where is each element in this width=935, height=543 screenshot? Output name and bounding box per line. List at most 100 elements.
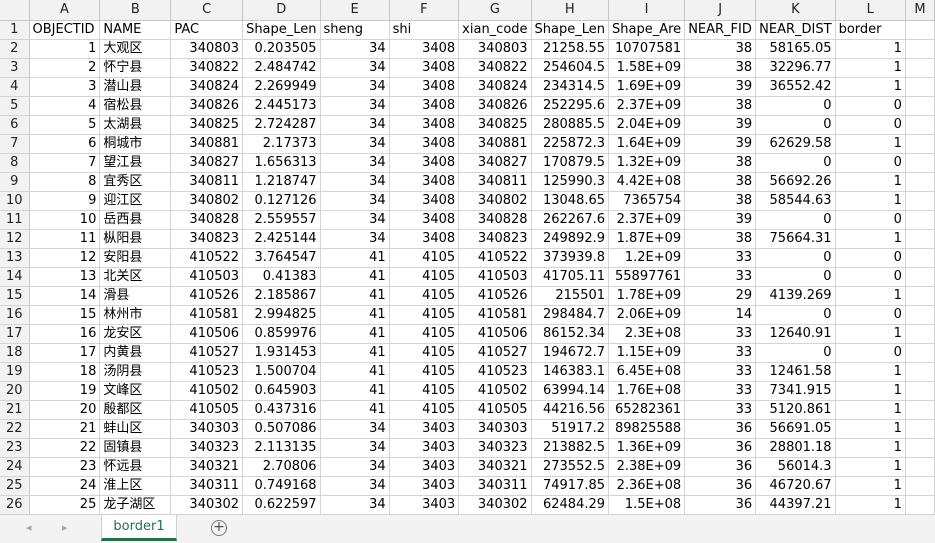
data-cell[interactable]: 0.859976 (242, 324, 321, 344)
column-header-m[interactable]: M (905, 0, 935, 21)
row-header[interactable]: 19 (0, 362, 30, 382)
data-cell[interactable]: 41 (320, 343, 390, 363)
data-cell[interactable]: 34 (320, 77, 390, 97)
column-header-j[interactable]: J (684, 0, 757, 21)
data-cell[interactable]: 12 (29, 248, 101, 268)
data-cell[interactable]: 0.507086 (242, 419, 321, 439)
column-header-c[interactable]: C (170, 0, 244, 21)
data-cell[interactable]: 1.931453 (242, 343, 321, 363)
data-cell[interactable]: 410522 (458, 248, 532, 268)
data-cell[interactable]: 0.749168 (242, 476, 321, 496)
data-cell[interactable] (905, 343, 935, 363)
data-cell[interactable]: 3403 (389, 457, 460, 477)
column-header-k[interactable]: K (755, 0, 836, 21)
data-cell[interactable]: 36 (684, 438, 757, 458)
data-cell[interactable]: 280885.5 (531, 115, 610, 135)
row-header[interactable]: 1 (0, 20, 30, 40)
column-header-a[interactable]: A (29, 0, 101, 21)
data-cell[interactable]: 249892.9 (531, 229, 610, 249)
header-cell[interactable]: xian_code (458, 20, 532, 40)
data-cell[interactable]: 410526 (458, 286, 532, 306)
data-cell[interactable]: 宿松县 (99, 96, 172, 116)
data-cell[interactable]: 340828 (170, 210, 244, 230)
data-cell[interactable]: 38 (684, 39, 757, 59)
data-cell[interactable]: 0 (755, 305, 836, 325)
data-cell[interactable]: 34 (320, 191, 390, 211)
data-cell[interactable]: 2 (29, 58, 101, 78)
data-cell[interactable]: 340811 (170, 172, 244, 192)
data-cell[interactable]: 19 (29, 381, 101, 401)
data-cell[interactable] (905, 419, 935, 439)
row-header[interactable]: 15 (0, 286, 30, 306)
data-cell[interactable]: 215501 (531, 286, 610, 306)
data-cell[interactable]: 56014.3 (755, 457, 836, 477)
header-cell[interactable]: NEAR_FID (684, 20, 757, 40)
data-cell[interactable]: 340881 (458, 134, 532, 154)
data-cell[interactable]: 340824 (458, 77, 532, 97)
data-cell[interactable]: 33 (684, 324, 757, 344)
data-cell[interactable]: 29 (684, 286, 757, 306)
data-cell[interactable]: 2.38E+09 (608, 457, 686, 477)
data-cell[interactable]: 340323 (458, 438, 532, 458)
data-cell[interactable]: 36 (684, 457, 757, 477)
data-cell[interactable]: 170879.5 (531, 153, 610, 173)
data-cell[interactable]: 文峰区 (99, 381, 172, 401)
header-cell[interactable]: OBJECTID (29, 20, 101, 40)
data-cell[interactable]: 340311 (170, 476, 244, 496)
data-cell[interactable]: 74917.85 (531, 476, 610, 496)
data-cell[interactable]: 8 (29, 172, 101, 192)
data-cell[interactable]: 39 (684, 210, 757, 230)
data-cell[interactable]: 龙子湖区 (99, 495, 172, 515)
data-cell[interactable]: 298484.7 (531, 305, 610, 325)
row-header[interactable]: 5 (0, 96, 30, 116)
data-cell[interactable]: 3408 (389, 58, 460, 78)
data-cell[interactable]: 0.127126 (242, 191, 321, 211)
data-cell[interactable]: 340311 (458, 476, 532, 496)
data-cell[interactable]: 340826 (170, 96, 244, 116)
data-cell[interactable]: 枞阳县 (99, 229, 172, 249)
data-cell[interactable]: 1 (835, 134, 906, 154)
data-cell[interactable]: 41 (320, 381, 390, 401)
header-cell[interactable]: PAC (170, 20, 244, 40)
data-cell[interactable]: 4105 (389, 248, 460, 268)
data-cell[interactable]: 340823 (458, 229, 532, 249)
data-cell[interactable]: 1 (835, 400, 906, 420)
data-cell[interactable]: 3408 (389, 229, 460, 249)
data-cell[interactable]: 33 (684, 248, 757, 268)
data-cell[interactable]: 340825 (170, 115, 244, 135)
data-cell[interactable]: 2.36E+08 (608, 476, 686, 496)
data-cell[interactable]: 0 (755, 115, 836, 135)
data-cell[interactable]: 0 (835, 153, 906, 173)
data-cell[interactable]: 14 (29, 286, 101, 306)
data-cell[interactable]: 林州市 (99, 305, 172, 325)
data-cell[interactable]: 6.45E+08 (608, 362, 686, 382)
data-cell[interactable]: 194672.7 (531, 343, 610, 363)
data-cell[interactable]: 340321 (170, 457, 244, 477)
data-cell[interactable]: 33 (684, 343, 757, 363)
data-cell[interactable]: 373939.8 (531, 248, 610, 268)
data-cell[interactable]: 怀宁县 (99, 58, 172, 78)
data-cell[interactable]: 12461.58 (755, 362, 836, 382)
data-cell[interactable] (905, 172, 935, 192)
data-cell[interactable]: 0 (755, 267, 836, 287)
row-header[interactable]: 21 (0, 400, 30, 420)
data-cell[interactable]: 1.76E+08 (608, 381, 686, 401)
row-header[interactable]: 7 (0, 134, 30, 154)
data-cell[interactable]: 3403 (389, 476, 460, 496)
data-cell[interactable] (905, 39, 935, 59)
data-cell[interactable]: 340822 (170, 58, 244, 78)
data-cell[interactable]: 340827 (170, 153, 244, 173)
data-cell[interactable]: 固镇县 (99, 438, 172, 458)
data-cell[interactable]: 340303 (170, 419, 244, 439)
header-cell[interactable]: NAME (99, 20, 172, 40)
data-cell[interactable]: 410506 (170, 324, 244, 344)
data-cell[interactable]: 4105 (389, 400, 460, 420)
data-cell[interactable]: 4105 (389, 305, 460, 325)
data-cell[interactable]: 33 (684, 267, 757, 287)
data-cell[interactable]: 1 (835, 438, 906, 458)
data-cell[interactable]: 34 (320, 495, 390, 515)
data-cell[interactable]: 2.724287 (242, 115, 321, 135)
data-cell[interactable]: 0 (755, 210, 836, 230)
data-cell[interactable]: 34 (320, 172, 390, 192)
header-cell[interactable]: Shape_Len (242, 20, 321, 40)
